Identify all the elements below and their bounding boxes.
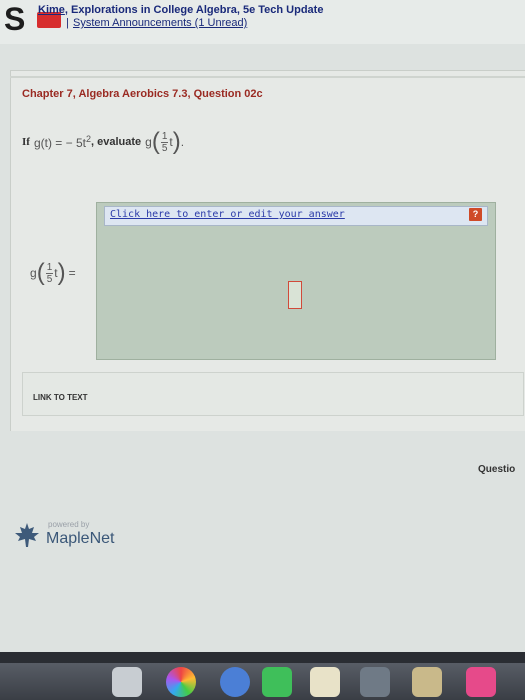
course-title-prefix[interactable]: Kime — [38, 4, 65, 16]
answer-fraction: 1 5 — [45, 261, 54, 285]
answer-fraction-numerator: 1 — [45, 261, 54, 274]
dock-keynote-icon[interactable] — [412, 667, 442, 697]
answer-left-paren-icon: ( — [36, 259, 45, 286]
dock-app-icon[interactable] — [112, 667, 142, 697]
answer-fraction-denominator: 5 — [46, 273, 53, 285]
header-separator: | — [66, 17, 69, 29]
question-title: Chapter 7, Algebra Aerobics 7.3, Questio… — [22, 88, 263, 100]
dock-numbers-icon[interactable] — [360, 667, 390, 697]
answer-equals: = — [68, 266, 76, 280]
edit-answer-link[interactable]: Click here to enter or edit your answer — [110, 209, 345, 220]
panel-divider — [10, 76, 525, 78]
eval-g: g — [145, 135, 152, 149]
function-definition: g(t) = − 5t2 — [34, 134, 91, 150]
fraction-denominator: 5 — [161, 142, 168, 154]
dock-notes-icon[interactable] — [310, 667, 340, 697]
dock-launchpad-icon[interactable] — [220, 667, 250, 697]
app-logo: S — [4, 1, 26, 37]
help-icon[interactable]: ? — [469, 208, 482, 221]
answer-input[interactable] — [288, 281, 302, 309]
course-title-link[interactable]: Kime, Explorations in College Algebra, 5… — [38, 4, 323, 16]
maplenet-logo: MapleNet — [46, 530, 115, 547]
fraction-numerator: 1 — [160, 130, 169, 143]
announcements-link[interactable]: System Announcements (1 Unread) — [73, 17, 247, 29]
link-to-text-button[interactable]: LINK TO TEXT — [33, 393, 88, 402]
answer-right-paren-icon: ) — [57, 259, 66, 286]
dock-facetime-icon[interactable] — [262, 667, 292, 697]
dock-music-icon[interactable] — [466, 667, 496, 697]
fraction: 1 5 — [160, 130, 169, 154]
right-paren-icon: ) — [172, 128, 181, 155]
problem-statement: If g(t) = − 5t2 , evaluate g ( 1 5 t ) . — [22, 127, 184, 157]
answer-expression-label: g ( 1 5 t ) = — [30, 258, 76, 288]
evaluate-label: , evaluate — [91, 136, 142, 148]
powered-by-label: powered by — [48, 520, 90, 529]
dock-photos-icon[interactable] — [166, 667, 196, 697]
answer-g: g — [30, 266, 37, 280]
course-title-rest[interactable]: , Explorations in College Algebra, 5e Te… — [65, 4, 324, 16]
maple-leaf-icon — [15, 523, 39, 547]
eval-period: . — [180, 135, 185, 149]
question-nav-label[interactable]: Questio — [478, 464, 515, 475]
left-paren-icon: ( — [151, 128, 160, 155]
if-label: If — [22, 136, 30, 148]
link-to-text-box — [22, 372, 524, 416]
function-lhs: g(t) = − 5t — [33, 136, 86, 150]
